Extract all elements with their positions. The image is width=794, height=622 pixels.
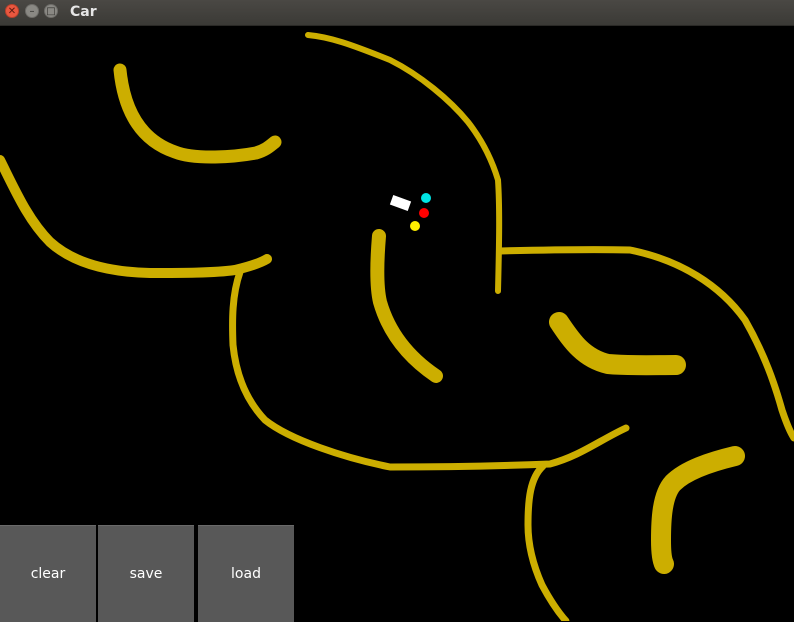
maximize-window-icon[interactable]: □ (44, 4, 58, 18)
track-stroke (305, 32, 503, 294)
sensor-3-dot (410, 221, 420, 231)
window-title: Car (70, 4, 97, 20)
track-stroke (113, 63, 282, 164)
window-titlebar: ✕ – □ Car (0, 0, 794, 26)
sensor-1-dot (421, 193, 431, 203)
load-button[interactable]: load (198, 525, 294, 622)
track-stroke (524, 462, 570, 621)
close-window-icon[interactable]: ✕ (5, 4, 19, 18)
sensor-2-dot (419, 208, 429, 218)
track-stroke (496, 246, 794, 442)
car-body (389, 195, 412, 211)
track-stroke (651, 446, 745, 574)
track-stroke (549, 312, 686, 376)
track-stroke (0, 155, 272, 278)
clear-button[interactable]: clear (0, 525, 96, 622)
track-stroke (370, 229, 443, 383)
save-button[interactable]: save (98, 525, 194, 622)
minimize-window-icon[interactable]: – (25, 4, 39, 18)
